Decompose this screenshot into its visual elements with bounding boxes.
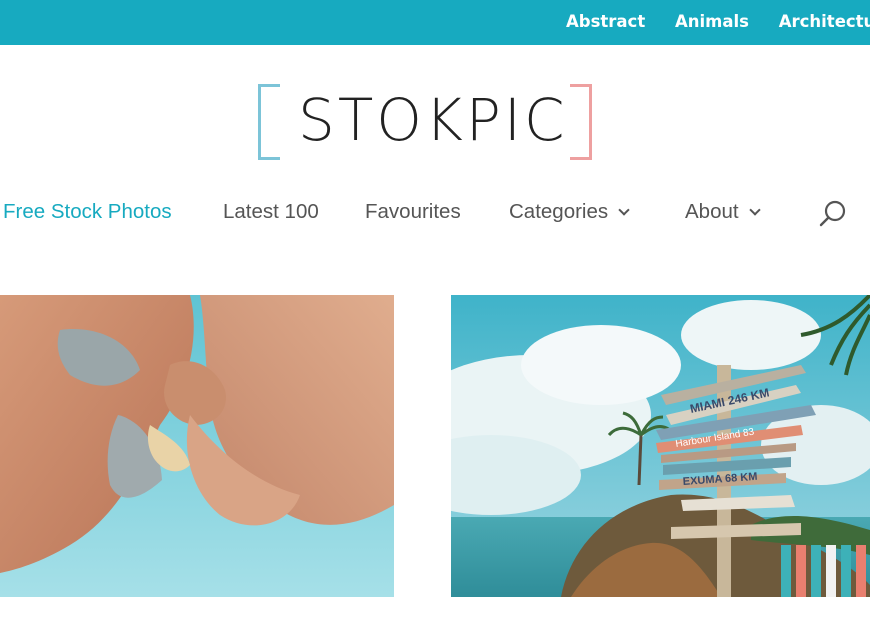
logo-bracket-right [570,84,592,160]
category-link-animals[interactable]: Animals [675,12,749,31]
category-bar: Abstract Animals Architecture [0,0,870,45]
photo-card-signpost[interactable]: MIAMI 246 KM Harbour Island 83 EXUMA 68 … [451,295,870,597]
photo-couple-image [0,295,394,597]
chevron-down-icon [618,204,630,216]
logo-wordmark: STOKPIC [298,86,568,154]
search-icon[interactable] [818,199,848,229]
category-link-architecture[interactable]: Architecture [779,12,870,31]
logo-bracket-left [258,84,280,160]
nav-item-categories[interactable]: Categories [509,200,630,224]
photo-signpost-image: MIAMI 246 KM Harbour Island 83 EXUMA 68 … [451,295,870,597]
category-link-abstract[interactable]: Abstract [566,12,645,31]
chevron-down-icon [748,204,761,216]
main-nav: Free Stock Photos Latest 100 Favourites … [0,197,870,229]
photo-card-couple[interactable] [0,295,394,597]
site-logo[interactable]: STOKPIC [258,82,592,162]
nav-item-label: Latest 100 [223,200,319,223]
nav-item-latest-100[interactable]: Latest 100 [223,200,319,224]
nav-item-label: Categories [509,200,609,223]
nav-item-label: Favourites [365,200,461,223]
category-links: Abstract Animals Architecture [566,12,870,31]
nav-item-label: About [685,200,739,223]
nav-item-free-stock-photos[interactable]: Free Stock Photos [3,200,172,224]
nav-item-about[interactable]: About [685,200,761,224]
nav-item-label: Free Stock Photos [3,200,172,223]
nav-item-favourites[interactable]: Favourites [365,200,461,224]
